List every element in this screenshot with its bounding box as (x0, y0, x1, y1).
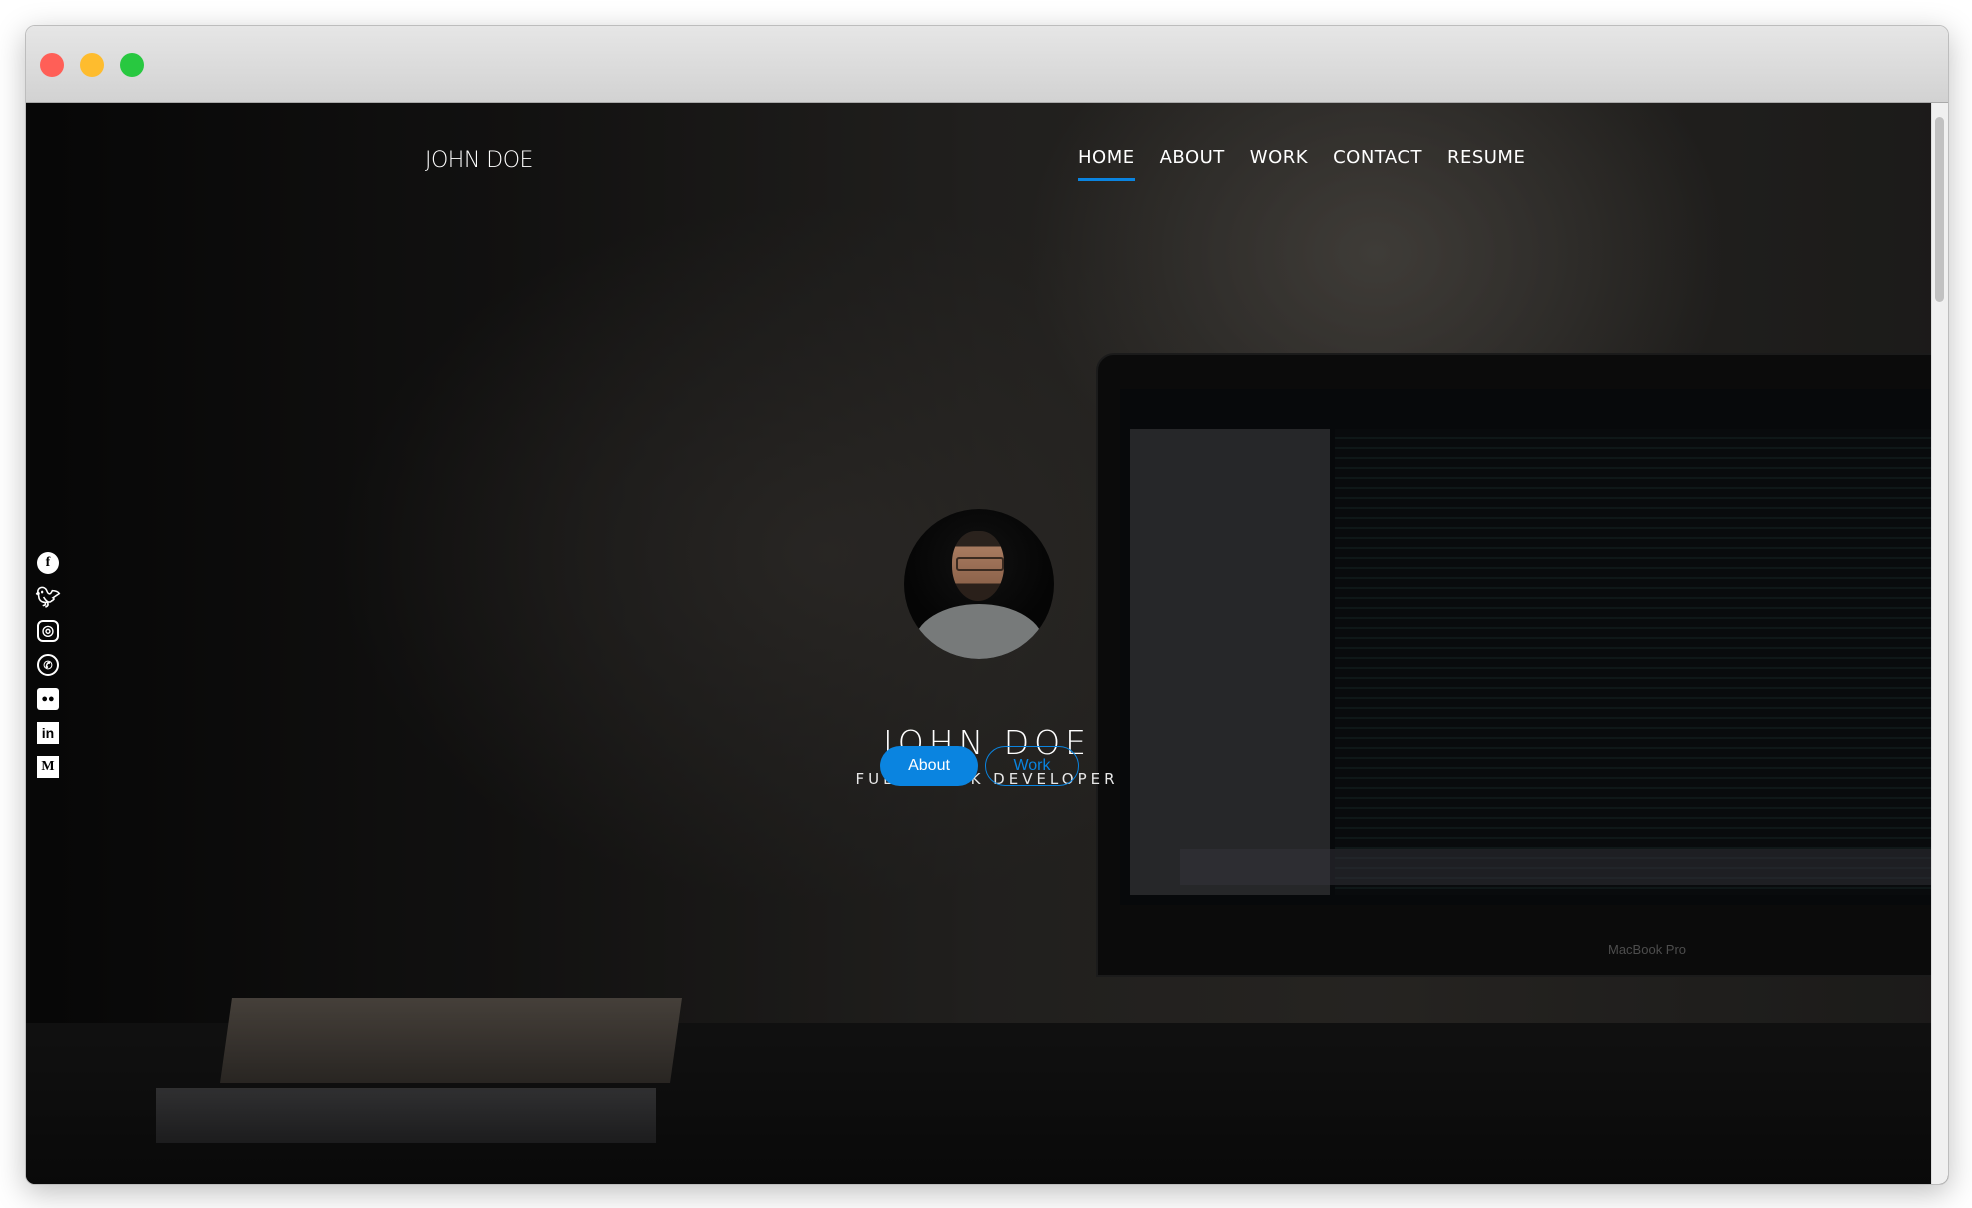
hero-section: MacBook Pro JOHN DOE HOME ABOUT WORK CON… (26, 103, 1948, 1184)
about-button[interactable]: About (880, 746, 978, 786)
nav-work[interactable]: WORK (1250, 147, 1308, 181)
instagram-icon[interactable]: ◎ (37, 620, 59, 642)
close-button[interactable] (40, 53, 64, 77)
twitter-icon[interactable]: 🐦︎ (35, 586, 60, 609)
discord-icon[interactable]: ●● (37, 688, 59, 710)
nav-menu: HOME ABOUT WORK CONTACT RESUME (1078, 147, 1525, 181)
scrollbar[interactable] (1931, 103, 1948, 1184)
nav-contact[interactable]: CONTACT (1333, 147, 1422, 181)
scrollbar-thumb[interactable] (1935, 117, 1944, 302)
title-bar (26, 26, 1948, 103)
brand-logo[interactable]: JOHN DOE (425, 148, 533, 173)
work-button[interactable]: Work (985, 746, 1079, 786)
browser-window: MacBook Pro JOHN DOE HOME ABOUT WORK CON… (25, 25, 1949, 1185)
facebook-icon[interactable]: f (37, 552, 59, 574)
whatsapp-icon[interactable]: ✆ (37, 654, 59, 676)
minimize-button[interactable] (80, 53, 104, 77)
nav-resume[interactable]: RESUME (1447, 147, 1525, 181)
hero-buttons: About Work (880, 746, 1079, 786)
nav-about[interactable]: ABOUT (1160, 147, 1225, 181)
navbar: JOHN DOE HOME ABOUT WORK CONTACT RESUME (26, 103, 1948, 193)
avatar (904, 509, 1054, 659)
nav-home[interactable]: HOME (1078, 147, 1135, 181)
zoom-button[interactable] (120, 53, 144, 77)
